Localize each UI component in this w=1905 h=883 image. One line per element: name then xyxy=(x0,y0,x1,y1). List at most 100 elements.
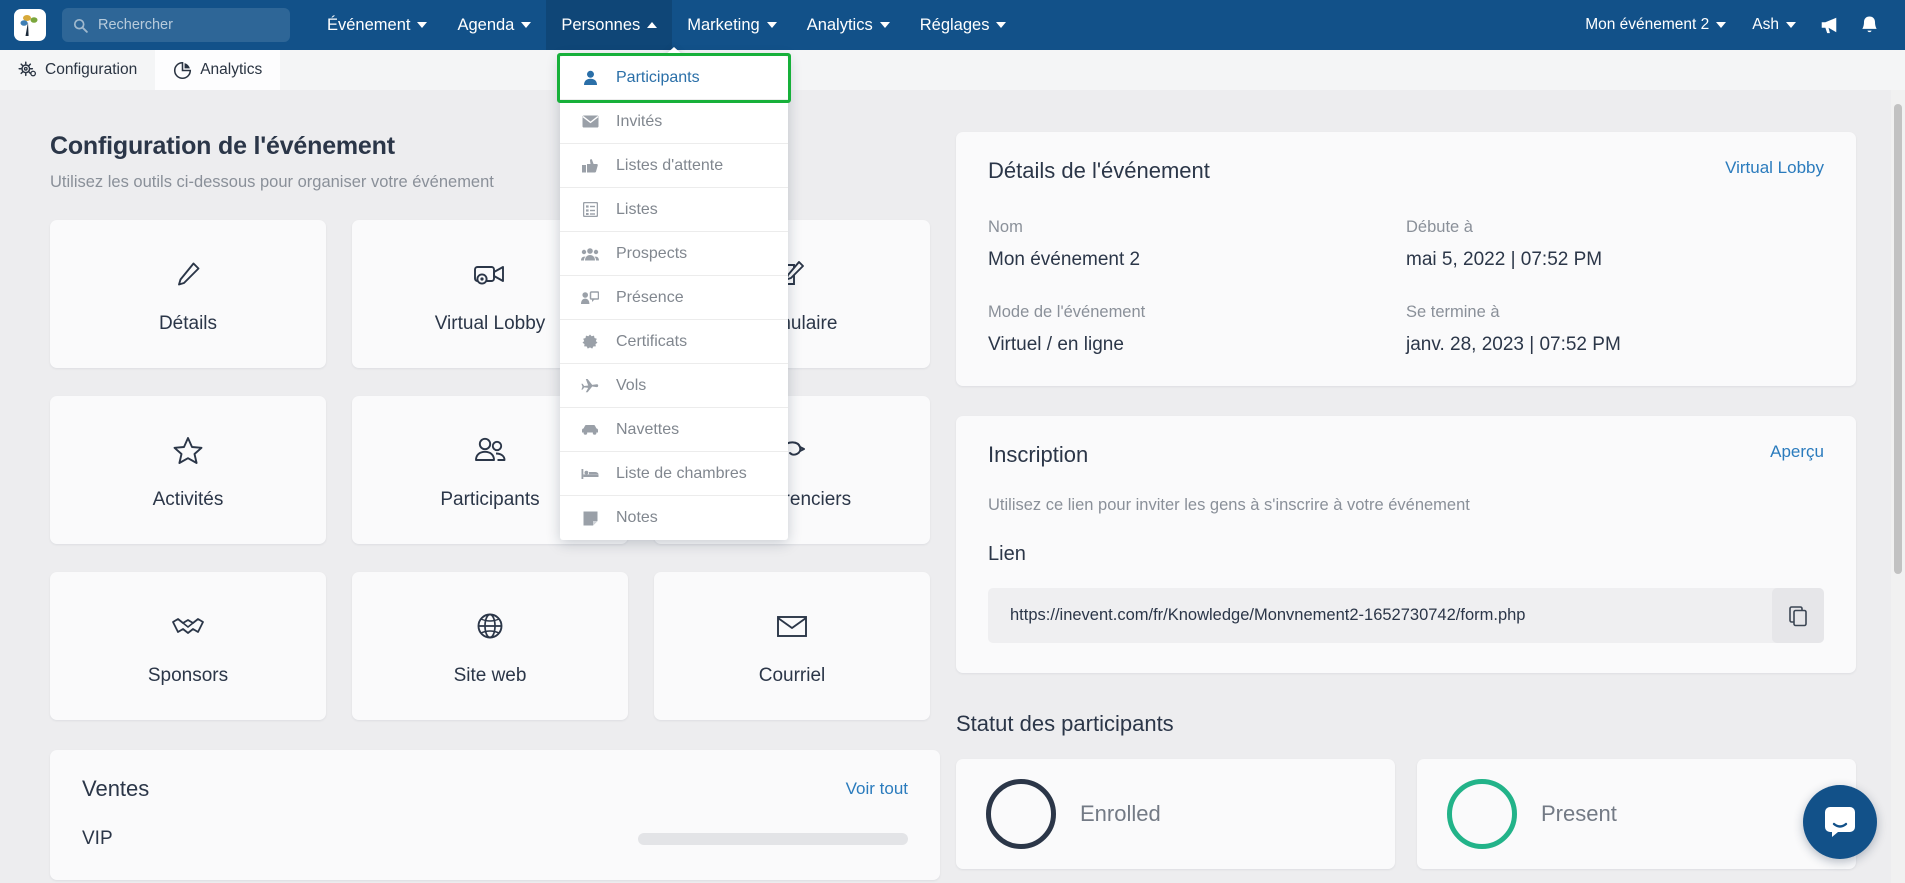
page-title: Configuration de l'événement xyxy=(50,132,395,160)
nav-item-label: Réglages xyxy=(919,15,990,34)
page-scrollbar[interactable] xyxy=(1891,90,1905,883)
announcements-button[interactable] xyxy=(1809,0,1849,50)
app-logo[interactable] xyxy=(14,9,46,41)
nav-item-agenda[interactable]: Agenda xyxy=(442,0,546,50)
user-menu[interactable]: Ash xyxy=(1739,0,1809,50)
chevron-down-icon xyxy=(879,22,890,28)
tile-label: Sponsors xyxy=(147,665,229,686)
dropdown-item-listes[interactable]: Listes xyxy=(560,188,788,232)
right-column: Détails de l'événement Virtual Lobby Nom… xyxy=(956,132,1856,869)
dropdown-item-presence[interactable]: Présence xyxy=(560,276,788,320)
event-selector[interactable]: Mon événement 2 xyxy=(1572,0,1739,50)
notifications-button[interactable] xyxy=(1849,0,1889,50)
dropdown-item-label: Listes d'attente xyxy=(616,156,724,174)
nav-right-group: Mon événement 2 Ash xyxy=(1572,0,1905,50)
field-nom: Nom Mon événement 2 xyxy=(988,218,1406,271)
ventes-panel: Ventes Voir tout VIP xyxy=(50,750,940,880)
nav-item-analytics[interactable]: Analytics xyxy=(792,0,905,50)
person-icon xyxy=(580,70,600,86)
tile-courriel[interactable]: Courriel xyxy=(654,572,930,720)
field-value: Virtuel / en ligne xyxy=(988,334,1124,355)
registration-url[interactable]: https://inevent.com/fr/Knowledge/Monvnem… xyxy=(988,606,1525,625)
intercom-chat-button[interactable] xyxy=(1803,785,1877,859)
field-label: Mode de l'événement xyxy=(988,303,1146,321)
star-icon xyxy=(172,429,204,471)
chevron-down-icon xyxy=(766,22,777,28)
nav-item-label: Personnes xyxy=(561,15,641,34)
dropdown-item-label: Liste de chambres xyxy=(616,464,747,482)
inscription-title: Inscription xyxy=(988,442,1089,467)
status-label: Enrolled xyxy=(1080,801,1161,826)
gears-icon xyxy=(18,60,37,76)
airplane-icon xyxy=(580,378,600,393)
personnes-dropdown-menu: Participants Invités Listes d'attente Li… xyxy=(557,47,791,540)
handshake-icon xyxy=(171,605,205,647)
tile-details[interactable]: Détails xyxy=(50,220,326,368)
field-debute-a: Débute à mai 5, 2022 | 07:52 PM xyxy=(1406,218,1824,271)
dropdown-item-certificats[interactable]: Certificats xyxy=(560,320,788,364)
search-box[interactable] xyxy=(62,8,290,42)
car-icon xyxy=(580,424,600,436)
tile-site-web[interactable]: Site web xyxy=(352,572,628,720)
field-value: janv. 28, 2023 | 07:52 PM xyxy=(1406,334,1621,355)
lien-label: Lien xyxy=(988,543,1026,565)
chevron-down-icon xyxy=(417,22,428,28)
user-menu-label: Ash xyxy=(1752,16,1779,33)
video-gear-icon xyxy=(472,253,508,295)
dropdown-item-navettes[interactable]: Navettes xyxy=(560,408,788,452)
event-details-panel: Détails de l'événement Virtual Lobby Nom… xyxy=(956,132,1856,386)
tile-sponsors[interactable]: Sponsors xyxy=(50,572,326,720)
ventes-header: Ventes Voir tout xyxy=(82,776,908,802)
search-input[interactable] xyxy=(98,17,280,33)
dropdown-item-listes-dattente[interactable]: Listes d'attente xyxy=(560,144,788,188)
apercu-link[interactable]: Aperçu xyxy=(1770,442,1824,462)
tile-activites[interactable]: Activités xyxy=(50,396,326,544)
dropdown-item-prospects[interactable]: Prospects xyxy=(560,232,788,276)
tile-label: Activités xyxy=(152,489,224,510)
tab-configuration[interactable]: Configuration xyxy=(0,50,155,90)
chevron-up-icon xyxy=(647,22,658,28)
bell-icon xyxy=(1861,15,1877,32)
ventes-item-name: VIP xyxy=(82,828,113,849)
ventes-progress-bar xyxy=(638,833,908,845)
tile-label: Virtual Lobby xyxy=(434,313,546,334)
chat-bubble-icon xyxy=(1825,807,1855,837)
dropdown-item-vols[interactable]: Vols xyxy=(560,364,788,408)
list-icon xyxy=(580,202,600,217)
dropdown-item-invites[interactable]: Invités xyxy=(560,100,788,144)
dropdown-item-label: Notes xyxy=(616,509,658,526)
dropdown-item-liste-de-chambres[interactable]: Liste de chambres xyxy=(560,452,788,496)
nav-item-evenement[interactable]: Événement xyxy=(312,0,442,50)
megaphone-icon xyxy=(1821,17,1837,34)
dropdown-arrow-icon xyxy=(664,47,684,56)
tab-label: Configuration xyxy=(45,61,138,78)
status-card-enrolled: Enrolled xyxy=(956,759,1395,869)
tile-label: Site web xyxy=(453,665,527,686)
mail-icon xyxy=(775,605,809,647)
tab-label: Analytics xyxy=(200,61,263,78)
event-details-fields: Nom Mon événement 2 Débute à mai 5, 2022… xyxy=(988,218,1824,356)
nav-item-personnes[interactable]: Personnes xyxy=(546,0,673,50)
participant-status-title: Statut des participants xyxy=(956,711,1174,736)
tab-analytics[interactable]: Analytics xyxy=(155,50,281,90)
inscription-header: Inscription Aperçu xyxy=(988,442,1824,468)
nav-item-marketing[interactable]: Marketing xyxy=(672,0,791,50)
event-details-header: Détails de l'événement Virtual Lobby xyxy=(988,158,1824,184)
virtual-lobby-link[interactable]: Virtual Lobby xyxy=(1725,158,1824,178)
nav-item-reglages[interactable]: Réglages xyxy=(905,0,1022,50)
event-selector-label: Mon événement 2 xyxy=(1585,16,1710,33)
presence-icon xyxy=(580,290,600,305)
chevron-down-icon xyxy=(521,22,532,28)
dropdown-item-participants[interactable]: Participants xyxy=(557,53,791,103)
scrollbar-thumb[interactable] xyxy=(1894,104,1902,574)
dropdown-item-label: Prospects xyxy=(616,244,688,262)
present-ring-chart xyxy=(1447,779,1517,849)
ventes-see-all-link[interactable]: Voir tout xyxy=(846,779,908,799)
nav-item-label: Agenda xyxy=(457,15,515,34)
ventes-item-vip: VIP xyxy=(82,828,908,850)
enrolled-ring-chart xyxy=(986,779,1056,849)
copy-link-button[interactable] xyxy=(1772,588,1824,643)
chevron-down-icon xyxy=(1716,22,1727,28)
dropdown-item-notes[interactable]: Notes xyxy=(560,496,788,540)
dropdown-item-label: Vols xyxy=(616,376,647,394)
